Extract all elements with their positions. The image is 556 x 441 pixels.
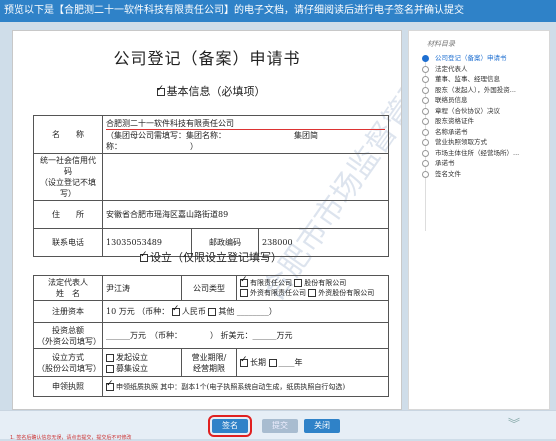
step-dot-icon [422,107,429,115]
materials-list: 公司登记（备案）申请书 法定代表人 董事、监事、经理信息 股东（发起人），外国投… [421,53,545,231]
sidebar-item[interactable]: 董事、监事、经理信息 [421,74,545,85]
capital-label: 注册资本 [33,300,103,323]
checkbox-icon [140,250,148,262]
step-dot-icon [422,139,429,146]
type-foreign-ltd-checkbox[interactable] [240,289,248,297]
sidebar-item[interactable]: 营业执照领取方式 [421,137,545,148]
step-dot-icon [422,65,429,73]
name-cell: 合肥测二十一软件科技有限责任公司 （集团母公司需填写：集团名称： 集团简称： ） [102,115,389,154]
name-label: 名 称 [33,115,103,154]
basic-info-table: 名 称 合肥测二十一软件科技有限责任公司 （集团母公司需填写：集团名称： 集团简… [33,115,389,257]
address-value: 安徽省合肥市瑶海区嘉山路街道89 [102,200,389,229]
section-setup-title: 设立（仅限设立登记填写） [33,249,389,265]
term-years-checkbox[interactable] [268,359,277,367]
capital-value: 10 万元 （币种： 人民币 其他 ________） [102,300,389,323]
sidebar-item[interactable]: 名称承诺书 [421,127,545,138]
step-dot-icon [422,128,429,136]
chevron-down-icon[interactable]: ︾ [508,415,520,432]
step-dot-icon [422,118,429,125]
close-button[interactable]: 关闭 [304,419,340,433]
sidebar-item[interactable]: 股东资格证件 [421,116,545,127]
step-dot-icon [422,160,429,167]
type-foreign-share-checkbox[interactable] [308,289,317,297]
method-raise-checkbox[interactable] [106,364,114,373]
section-basic-title: 基本信息（必填项） [33,83,389,99]
invest-value: ______万元 （币种： ） 折美元：______万元 [102,322,389,349]
currency-rmb-checkbox[interactable] [171,304,180,316]
document-title: 公司登记（备案）申请书 [113,49,301,68]
materials-sidebar: 材料目录 公司登记（备案）申请书 法定代表人 董事、监事、经理信息 股东（发起人… [408,30,550,410]
license-checkbox[interactable] [106,379,114,391]
currency-other-checkbox[interactable] [208,308,217,316]
type-label: 公司类型 [181,275,237,301]
method-options: 发起设立 募集设立 [102,348,182,377]
action-bar: 签名 提交 关闭 ︾ 1. 签名后确认信息无误，请点击提交，提交后不可修改 [0,410,556,441]
sidebar-title: 材料目录 [427,40,455,48]
credit-code-value [102,153,389,201]
step-dot-icon [422,76,429,83]
sidebar-item[interactable]: 法定代表人 [421,64,545,75]
term-long-checkbox[interactable] [240,355,248,367]
sidebar-item[interactable]: 签名文件 [421,169,545,180]
sidebar-item[interactable]: 公司登记（备案）申请书 [421,53,545,64]
term-options: 长期 ____年 [236,348,389,377]
submit-button: 提交 [262,419,298,433]
license-label: 申领执照 [33,376,103,397]
setup-table: 法定代表人 姓 名 尹江涛 公司类型 有限责任公司 股份有限公司 外资有限责任公… [33,275,389,397]
document-preview[interactable]: 合肥市市场监督管理局 公司登记（备案）申请书 基本信息（必填项） 名 称 合肥测… [12,30,402,410]
invest-label: 投资总额 （外资公司填写） [33,322,103,349]
sidebar-item[interactable]: 章程（合伙协议）决议 [421,106,545,117]
term-label: 营业期限/ 经营期限 [181,348,237,377]
type-ltd-checkbox[interactable] [240,275,248,287]
step-dot-icon [422,97,429,104]
license-value: 申领纸质执照 其中：副本1个(电子执照系统自动生成，纸质执照自行勾选) [102,376,389,397]
sidebar-item[interactable]: 市场主体住所（经营场所）... [421,148,545,159]
rep-value: 尹江涛 [102,275,182,301]
company-name: 合肥测二十一软件科技有限责任公司 [106,118,385,130]
type-options: 有限责任公司 股份有限公司 外资有限责任公司 外资股份有限公司 [236,275,389,301]
sidebar-item[interactable]: 承诺书 [421,158,545,169]
method-label: 设立方式 （股份公司填写） [33,348,103,377]
step-dot-icon [422,149,429,157]
sidebar-item[interactable]: 股东（发起人），外国投资... [421,85,545,96]
method-sponsor-checkbox[interactable] [106,353,114,362]
checkbox-icon [156,84,165,96]
address-label: 住 所 [33,200,103,229]
sign-button[interactable]: 签名 [208,415,252,437]
credit-code-label: 统一社会信用代码 （设立登记不填写） [33,153,103,201]
step-dot-icon [422,86,429,94]
step-dot-icon [422,170,429,178]
preview-banner: 预览以下是【合肥测二十一软件科技有限责任公司】的电子文档，请仔细阅读后进行电子签… [0,0,556,22]
rep-label: 法定代表人 姓 名 [33,275,103,301]
group-line: （集团母公司需填写：集团名称： 集团简称： ） [106,130,318,151]
type-share-checkbox[interactable] [294,279,303,287]
sidebar-item[interactable]: 联络员信息 [421,95,545,106]
step-dot-icon [422,55,429,62]
